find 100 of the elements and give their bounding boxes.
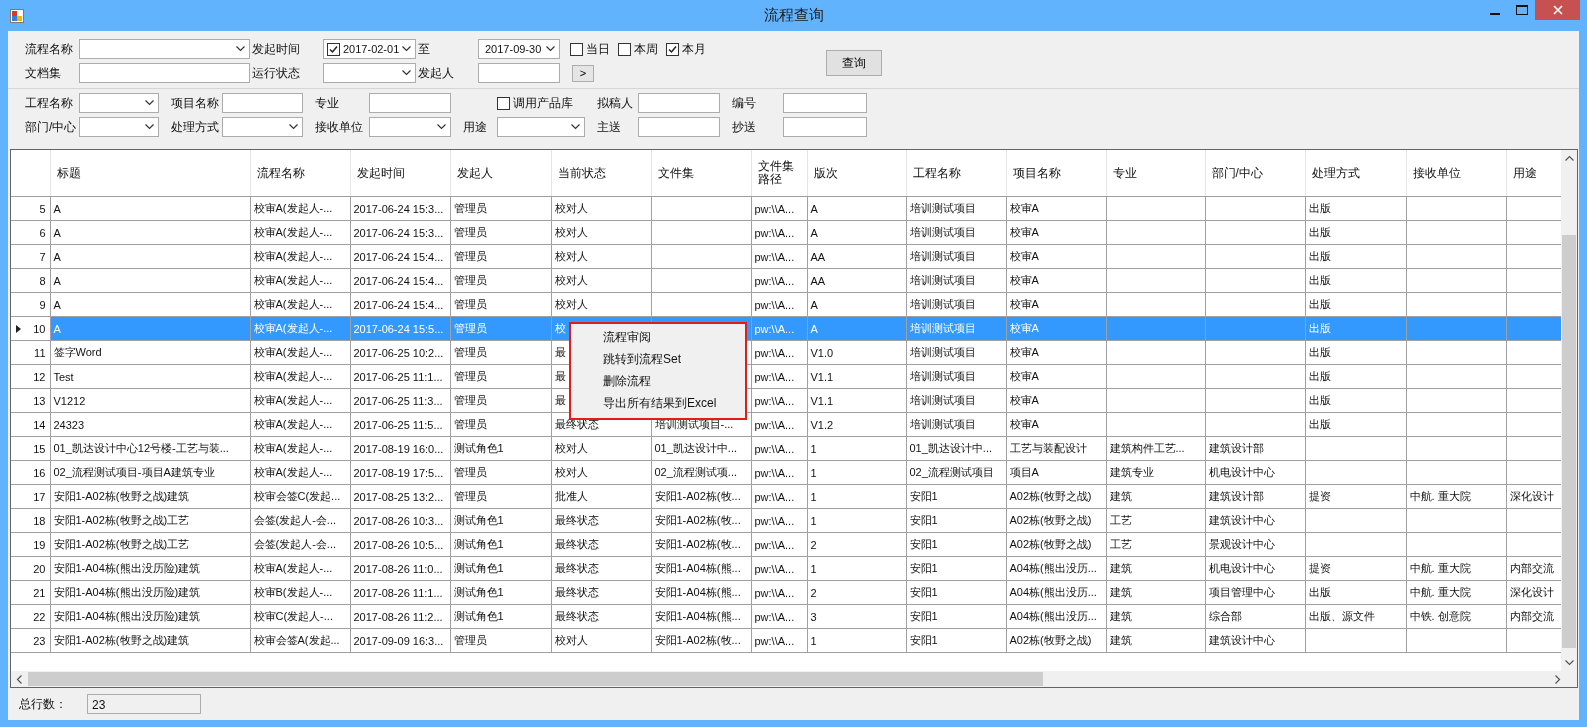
table-row[interactable]: 5 A 校审A(发起人-... 2017-06-24 15:3... 管理员 校对人 pw:\\A... A 培训测试项目 校审A 出版	[11, 196, 1561, 221]
column-header[interactable]: 文件集路径	[751, 150, 807, 197]
scroll-down-icon[interactable]	[1564, 660, 1574, 666]
table-cell: A	[807, 292, 906, 317]
dropdown[interactable]	[369, 117, 451, 137]
text-field[interactable]	[783, 93, 867, 113]
column-header[interactable]: 接收单位	[1406, 150, 1506, 197]
column-header[interactable]: 部门/中心	[1205, 150, 1305, 197]
table-cell: A	[807, 220, 906, 245]
dropdown[interactable]	[497, 117, 585, 137]
text-field[interactable]	[638, 93, 720, 113]
column-header[interactable]: 发起时间	[350, 150, 450, 197]
table-row[interactable]: 17 安阳1-A02栋(牧野之战)建筑 校审会签C(发起... 2017-08-25 13:2... 管理员 批准人 安阳1-A02栋(牧... pw:\\A... 1 安阳1 A02栋(牧野之战) 建筑 建筑设计部 提资 中航. 重大院 深化设计	[11, 484, 1561, 509]
text-field[interactable]	[638, 117, 720, 137]
table-row[interactable]: 7 A 校审A(发起人-... 2017-06-24 15:4... 管理员 校对人 pw:\\A... AA 培训测试项目 校审A 出版	[11, 244, 1561, 269]
table-row[interactable]: 19 安阳1-A02栋(牧野之战)工艺 会签(发起人-会... 2017-08-26 10:5... 测试角色1 最终状态 安阳1-A02栋(牧... pw:\\A... 2 安阳1 A02栋(牧野之战) 工艺 景观设计中心	[11, 532, 1561, 557]
table-cell: A02栋(牧野之战)	[1006, 484, 1106, 509]
minimize-icon	[1489, 13, 1500, 15]
table-cell: 出版	[1305, 580, 1406, 605]
table-row[interactable]: 8 A 校审A(发起人-... 2017-06-24 15:4... 管理员 校对人 pw:\\A... AA 培训测试项目 校审A 出版	[11, 268, 1561, 293]
table-cell: 安阳1-A04栋(熊...	[651, 556, 751, 581]
vertical-scrollbar[interactable]	[1561, 150, 1577, 671]
table-row[interactable]: 6 A 校审A(发起人-... 2017-06-24 15:3... 管理员 校对人 pw:\\A... A 培训测试项目 校审A 出版	[11, 220, 1561, 245]
table-cell: 培训测试项目	[906, 412, 1006, 437]
column-header[interactable]: 文件集	[651, 150, 751, 197]
column-header[interactable]: 项目名称	[1006, 150, 1106, 197]
table-row[interactable]: 23 安阳1-A02栋(牧野之战)建筑 校审会签A(发起... 2017-09-09 16:3... 管理员 校对人 安阳1-A02栋(牧... pw:\\A... 1 安阳1 A02栋(牧野之战) 建筑 建筑设计中心	[11, 628, 1561, 653]
table-cell: 校审A(发起人-...	[250, 268, 350, 293]
column-header[interactable]: 专业	[1106, 150, 1205, 197]
column-header[interactable]: 处理方式	[1305, 150, 1406, 197]
dropdown[interactable]	[222, 117, 303, 137]
column-header[interactable]: 发起人	[450, 150, 551, 197]
text-field[interactable]	[222, 93, 303, 113]
column-header[interactable]: 流程名称	[250, 150, 350, 197]
field-label: 工程名称	[25, 94, 74, 112]
table-cell: 出版	[1305, 292, 1406, 317]
field-label: 接收单位	[314, 118, 364, 136]
scroll-right-icon[interactable]	[1555, 674, 1561, 684]
table-cell: 批准人	[551, 484, 651, 509]
table-cell: 建筑	[1106, 556, 1205, 581]
table-cell: 1	[807, 484, 906, 509]
table-cell: 项目A	[1006, 460, 1106, 485]
scroll-left-icon[interactable]	[16, 674, 22, 684]
table-cell: pw:\\A...	[751, 340, 807, 365]
dropdown[interactable]	[323, 63, 416, 83]
dropdown[interactable]	[79, 39, 250, 59]
table-cell: 中航. 重大院	[1406, 484, 1506, 509]
table-cell: 2017-06-25 11:3...	[350, 388, 450, 413]
table-row[interactable]: 15 01_凯达设计中心12号楼-工艺与装... 校审A(发起人-... 2017-08-19 16:0... 测试角色1 校对人 01_凯达设计中... pw:\\A... 1 01_凯达设计中... 工艺与装配设计 建筑构件工艺... 建筑设计部	[11, 436, 1561, 461]
table-row[interactable]: 18 安阳1-A02栋(牧野之战)工艺 会签(发起人-会... 2017-08-26 10:3... 测试角色1 最终状态 安阳1-A02栋(牧... pw:\\A... 1 安阳1 A02栋(牧野之战) 工艺 建筑设计中心	[11, 508, 1561, 533]
row-number: 14	[33, 418, 46, 431]
column-header[interactable]: 工程名称	[906, 150, 1006, 197]
checkbox[interactable]	[618, 42, 631, 56]
table-cell: pw:\\A...	[751, 196, 807, 221]
date-picker[interactable]: 2017-02-01	[323, 39, 416, 59]
text-field[interactable]	[79, 63, 250, 83]
scrollbar-thumb[interactable]	[1562, 235, 1576, 648]
table-cell: 测试角色1	[450, 580, 551, 605]
table-cell: A	[50, 268, 250, 293]
dropdown[interactable]	[79, 93, 159, 113]
dropdown[interactable]	[79, 117, 159, 137]
expand-button[interactable]: >	[572, 64, 594, 82]
scrollbar-thumb[interactable]	[28, 672, 1043, 686]
table-cell: AA	[807, 244, 906, 269]
table-cell: 中航. 重大院	[1406, 556, 1506, 581]
checkbox[interactable]	[497, 96, 510, 110]
table-cell: AA	[807, 268, 906, 293]
text-field[interactable]	[783, 117, 867, 137]
table-cell: 2017-06-25 11:5...	[350, 412, 450, 437]
table-row[interactable]: 16 02_流程测试项目-项目A建筑专业 校审A(发起人-... 2017-08-19 17:5... 管理员 校对人 02_流程测试项... pw:\\A... 1 02_流程测试项目 项目A 建筑专业 机电设计中心	[11, 460, 1561, 485]
checkbox[interactable]	[666, 42, 679, 56]
search-button[interactable]: 查询	[826, 50, 882, 76]
table-cell: 1	[807, 460, 906, 485]
table-cell: 安阳1-A04栋(熊出没历险)建筑	[50, 556, 250, 581]
field-label: 至	[418, 40, 431, 58]
text-field[interactable]	[478, 63, 560, 83]
date-picker[interactable]: 2017-09-30	[478, 39, 560, 59]
checkbox[interactable]	[570, 42, 583, 56]
chevron-down-icon	[145, 124, 154, 130]
column-header[interactable]: 用途	[1506, 150, 1561, 197]
text-field[interactable]	[369, 93, 451, 113]
column-header[interactable]: 当前状态	[551, 150, 651, 197]
table-cell: 培训测试项目	[906, 388, 1006, 413]
table-row[interactable]: 9 A 校审A(发起人-... 2017-06-24 15:4... 管理员 校对人 pw:\\A... A 培训测试项目 校审A 出版	[11, 292, 1561, 317]
table-row[interactable]: 21 安阳1-A04栋(熊出没历险)建筑 校审B(发起人-... 2017-08-26 11:1... 测试角色1 最终状态 安阳1-A04栋(熊... pw:\\A... 2 安阳1 A04栋(熊出没历... 建筑 项目管理中心 出版 中航. 重大院 深化设计	[11, 580, 1561, 605]
table-cell: 管理员	[450, 364, 551, 389]
row-number: 7	[39, 250, 46, 263]
scroll-up-icon[interactable]	[1564, 155, 1574, 161]
checkbox[interactable]	[327, 42, 340, 56]
column-header[interactable]: 标题	[50, 150, 250, 197]
table-cell: 校审C(发起人-...	[250, 604, 350, 629]
table-cell: 安阳1	[906, 604, 1006, 629]
field-label: 运行状态	[252, 64, 301, 82]
table-cell: 校对人	[551, 244, 651, 269]
table-cell: 2017-08-19 16:0...	[350, 436, 450, 461]
table-cell: 建筑	[1106, 580, 1205, 605]
table-row[interactable]: 22 安阳1-A04栋(熊出没历险)建筑 校审C(发起人-... 2017-08-26 11:2... 测试角色1 最终状态 安阳1-A04栋(熊... pw:\\A... 3 安阳1 A04栋(熊出没历... 建筑 综合部 出版、源文件 中铁. 创意院 内部交流	[11, 604, 1561, 629]
column-header[interactable]: 版次	[807, 150, 906, 197]
table-cell: 测试角色1	[450, 436, 551, 461]
table-row[interactable]: 20 安阳1-A04栋(熊出没历险)建筑 校审A(发起人-... 2017-08-26 11:0... 测试角色1 最终状态 安阳1-A04栋(熊... pw:\\A... 1 安阳1 A04栋(熊出没历... 建筑 机电设计中心 提资 中航. 重大院 内部交流	[11, 556, 1561, 581]
